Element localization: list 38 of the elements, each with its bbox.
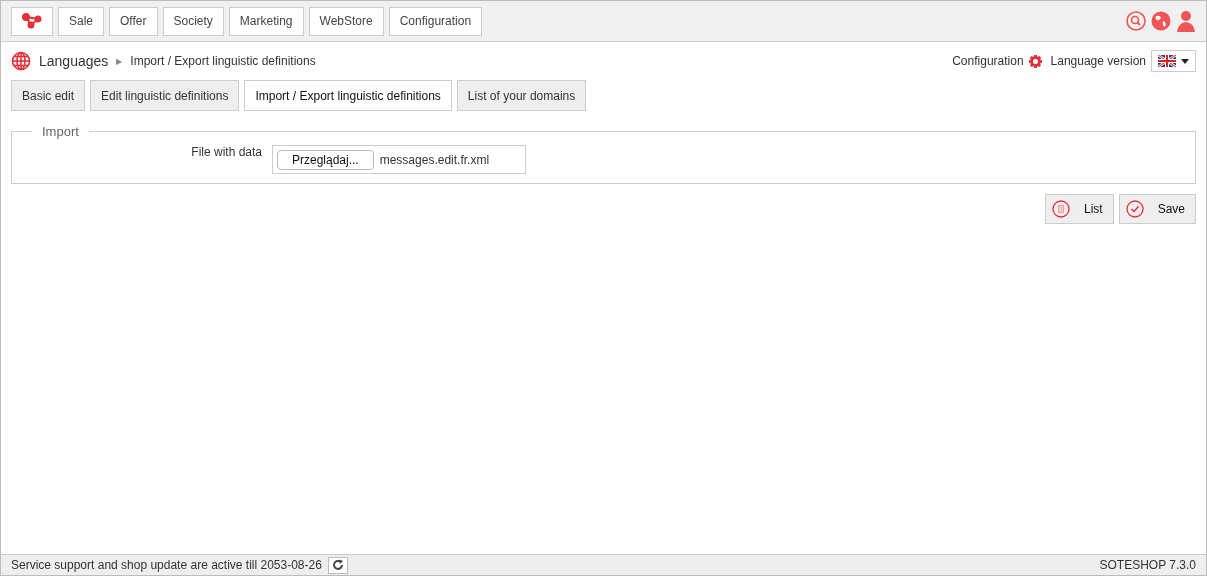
menu-button[interactable]: Sale [58,6,105,36]
section-title[interactable]: Languages [39,53,109,69]
globe-icon[interactable] [1151,11,1171,31]
language-dropdown[interactable] [1151,50,1196,72]
check-icon [1125,200,1144,218]
refresh-button[interactable] [327,556,348,574]
list-button[interactable]: List [1044,194,1114,224]
menu-button[interactable]: Configuration [388,6,483,36]
gear-icon[interactable] [1028,54,1042,68]
tab[interactable]: Basic edit [11,80,86,111]
nodes-icon [22,13,42,29]
file-input-field[interactable]: Przeglądaj... messages.edit.fr.xml [272,145,526,174]
document-icon [1051,200,1070,218]
status-message: Service support and shop update are active till 2053-08-26 [11,558,322,572]
home-button[interactable] [11,6,53,36]
language-version-label: Language version [1050,54,1146,68]
breadcrumb-current: Import / Export linguistic definitions [130,54,316,68]
menu-button[interactable]: WebStore [308,6,384,36]
tab[interactable]: Import / Export linguistic definitions [244,80,452,111]
save-button[interactable]: Save [1118,194,1196,224]
field-label: File with data [190,145,262,159]
flag-icon [1158,55,1176,67]
breadcrumb-separator: ▶ [116,56,123,66]
user-icon[interactable] [1176,10,1196,32]
tab[interactable]: Edit linguistic definitions [90,80,240,111]
menu-button[interactable]: Marketing [228,6,304,36]
browse-button[interactable]: Przeglądaj... [277,149,374,170]
menu-button[interactable]: Offer [109,6,158,36]
tab[interactable]: List of your domains [456,80,587,111]
file-name: messages.edit.fr.xml [379,152,490,167]
configuration-link[interactable]: Configuration [952,54,1024,68]
panel-legend: Import [32,124,89,139]
search-icon[interactable] [1126,11,1146,31]
version-label: SOTESHOP 7.3.0 [1099,558,1196,572]
refresh-icon [331,559,344,571]
globe-icon [11,51,31,71]
menu-button[interactable]: Society [162,6,224,36]
caret-icon [1181,58,1189,64]
